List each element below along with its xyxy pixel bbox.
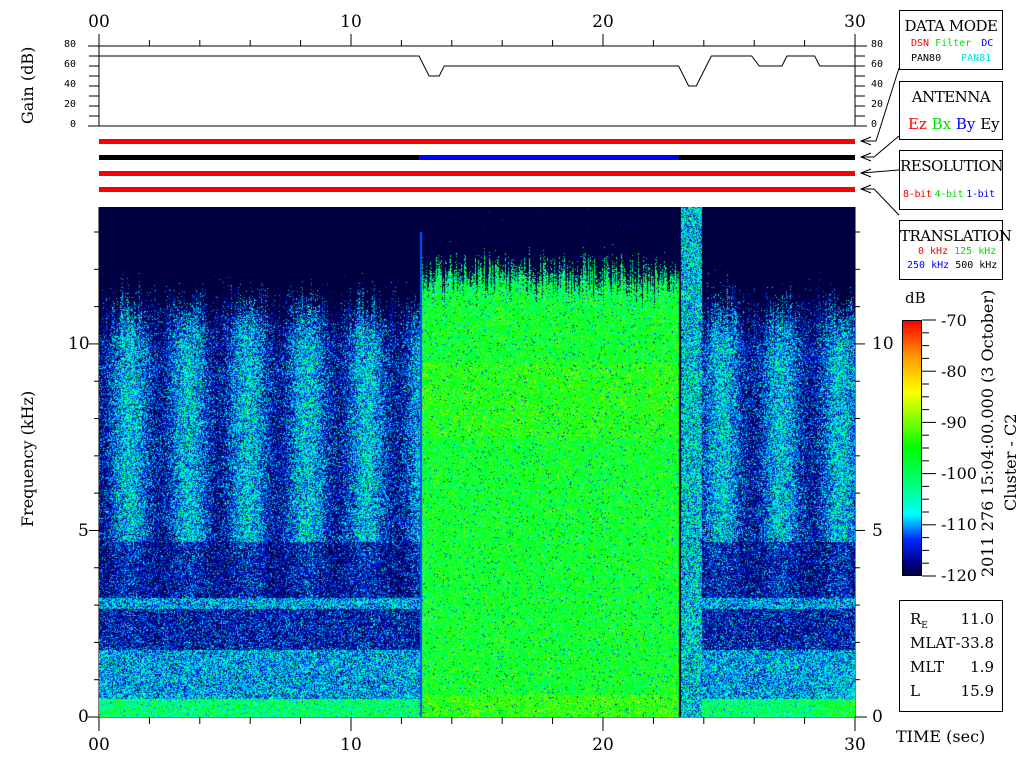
top-x-tick-label: 30 — [844, 12, 866, 32]
gain-tick-label: 0 — [70, 119, 77, 130]
top-x-tick-label: 20 — [592, 12, 614, 32]
ephemeris-label-sub: E — [921, 621, 928, 631]
colorbar-tick-label: -80 — [941, 362, 967, 381]
legend-item-ey: Ey — [980, 115, 1000, 133]
y-tick-label: 5 — [78, 521, 89, 541]
data-mode-legend: DATA MODE DSN Filter DC PAN80 PAN81 — [899, 10, 1003, 70]
colorbar-tick-label: -120 — [941, 566, 977, 585]
legend-item-250khz: 250 kHz — [907, 260, 950, 271]
x-axis-title: TIME (sec) — [896, 727, 986, 746]
ephemeris-label: R — [910, 610, 922, 628]
plot-title: Cluster - C2 — [1001, 413, 1020, 511]
y-tick-label-right: 10 — [872, 334, 894, 354]
plot-subtitle: 2011 276 15:04:00.000 (3 October) — [978, 289, 997, 577]
translation-legend: TRANSLATION 0 kHz 125 kHz 250 kHz 500 kH… — [899, 220, 1012, 280]
legend-item-ez: Ez — [908, 115, 927, 133]
antenna-status-bar-segment — [678, 155, 855, 160]
gain-axis-title: Gain (dB) — [18, 46, 37, 124]
x-tick-label: 00 — [88, 735, 110, 755]
ephemeris-value: 15.9 — [960, 682, 994, 700]
y-tick-label-right: 0 — [872, 707, 883, 727]
ephemeris-row: L 15.9 — [900, 679, 1002, 703]
ephemeris-value: 1.9 — [970, 658, 994, 676]
legend-item-0khz: 0 kHz — [918, 246, 949, 257]
y-axis-title: Frequency (kHz) — [18, 390, 37, 527]
legend-item-pan81: PAN81 — [961, 53, 992, 64]
translation-connector — [861, 188, 900, 216]
data-mode-title: DATA MODE — [904, 17, 998, 35]
legend-item-1bit: 1-bit — [966, 189, 995, 200]
colorbar-tick-label: -110 — [941, 515, 977, 534]
colorbar-tick-label: -70 — [941, 311, 967, 330]
gain-tick-label-right: 60 — [871, 59, 884, 70]
ephemeris-label: MLT — [910, 658, 945, 676]
legend-item-8bit: 8-bit — [903, 189, 932, 200]
resolution-status-bar-segment — [99, 171, 855, 176]
gain-tick-label-right: 80 — [871, 39, 884, 50]
y-tick-label-right: 5 — [872, 521, 883, 541]
ephemeris-label: L — [910, 682, 920, 700]
y-tick-label: 10 — [68, 334, 90, 354]
gain-tick-label-right: 20 — [871, 99, 884, 110]
ephemeris-row: RE 11.0 — [900, 607, 1002, 631]
x-tick-label: 20 — [592, 735, 614, 755]
resolution-legend: RESOLUTION 8-bit 4-bit 1-bit — [899, 150, 1003, 210]
spectrogram-heatmap — [99, 207, 855, 717]
legend-item-4bit: 4-bit — [934, 189, 964, 200]
top-x-tick-label: 10 — [340, 12, 362, 32]
resolution-title: RESOLUTION — [900, 157, 1003, 175]
y-tick-label: 0 — [78, 707, 89, 727]
translation-status-bar-segment — [99, 187, 855, 192]
ephemeris-value: 11.0 — [960, 610, 994, 628]
legend-item-by: By — [955, 115, 976, 133]
legend-item-dc: DC — [981, 38, 994, 49]
ephemeris-row: MLT 1.9 — [900, 655, 1002, 679]
legend-item-dsn: DSN — [911, 38, 930, 49]
colorbar-tick-label: -100 — [941, 464, 977, 483]
antenna-status-bar-segment — [99, 155, 420, 160]
gain-tick-label-right: 0 — [871, 119, 878, 130]
x-tick-label: 10 — [340, 735, 362, 755]
x-tick-label: 30 — [844, 735, 866, 755]
ephemeris-label: MLAT — [910, 634, 956, 652]
top-x-tick-label: 00 — [88, 12, 110, 32]
legend-item-bx: Bx — [931, 115, 952, 133]
antenna-legend: ANTENNA Ez Bx By Ey — [899, 81, 1003, 140]
legend-item-500khz: 500 kHz — [955, 260, 998, 271]
antenna-status-bar-segment — [419, 155, 679, 160]
legend-item-pan80: PAN80 — [911, 53, 942, 64]
colorbar-label: dB — [905, 289, 926, 307]
ephemeris-box: RE 11.0 MLAT -33.8 MLT 1.9 L 15.9 — [899, 600, 1003, 712]
data-mode-status-bar-segment — [99, 139, 855, 144]
ephemeris-value: -33.8 — [955, 634, 994, 652]
legend-item-filter: Filter — [935, 38, 972, 49]
colorbar — [902, 320, 922, 576]
gain-tick-label-right: 40 — [871, 79, 884, 90]
gain-tick-label: 40 — [64, 79, 77, 90]
gain-tick-label: 20 — [64, 99, 77, 110]
colorbar-tick-label: -90 — [941, 413, 967, 432]
translation-title: TRANSLATION — [900, 227, 1012, 245]
gain-trace — [99, 55, 855, 87]
antenna-title: ANTENNA — [911, 88, 991, 106]
legend-item-125khz: 125 kHz — [954, 246, 997, 257]
ephemeris-row: MLAT -33.8 — [900, 631, 1002, 655]
gain-tick-label: 80 — [64, 39, 77, 50]
gain-tick-label: 60 — [64, 59, 77, 70]
